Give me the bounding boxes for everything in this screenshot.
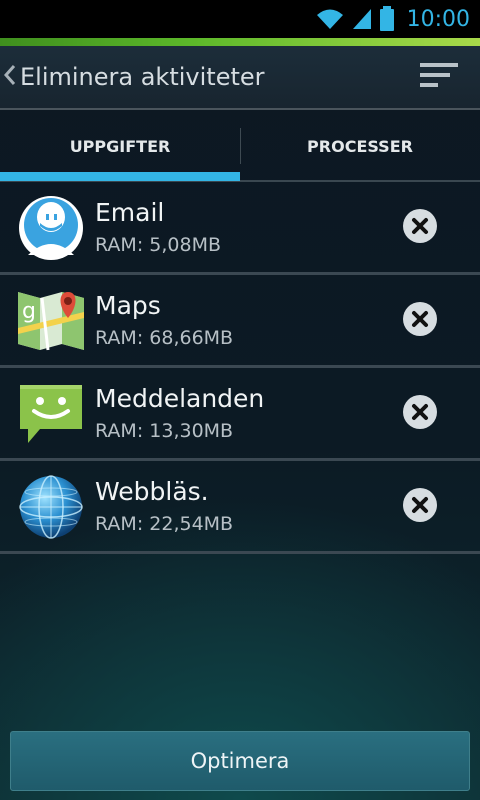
app-name: Maps	[95, 291, 161, 320]
status-bar: 10:00	[0, 0, 480, 38]
wifi-icon	[316, 9, 343, 29]
close-task-button[interactable]	[403, 395, 437, 429]
browser-app-icon	[19, 475, 83, 539]
page-title: Eliminera aktiviteter	[20, 63, 265, 91]
email-app-icon	[19, 196, 83, 260]
tab-divider	[240, 128, 241, 164]
app-ram: RAM: 13,30MB	[95, 420, 234, 442]
optimize-button[interactable]: Optimera	[10, 731, 470, 791]
close-task-button[interactable]	[403, 488, 437, 522]
app-name: Webbläs.	[95, 477, 209, 506]
tab-processer[interactable]: PROCESSER	[240, 110, 480, 182]
task-list: Email RAM: 5,08MB g Maps RAM: 68,66MB Me…	[0, 182, 480, 554]
close-icon	[412, 311, 428, 327]
signal-icon	[352, 9, 371, 29]
list-item[interactable]: Meddelanden RAM: 13,30MB	[0, 368, 480, 461]
svg-text:g: g	[22, 299, 36, 324]
app-ram: RAM: 68,66MB	[95, 327, 234, 349]
app-ram: RAM: 5,08MB	[95, 234, 221, 256]
screen: 10:00 Eliminera aktiviteter UPPGIFTER PR…	[0, 0, 480, 800]
messaging-app-icon	[20, 385, 82, 443]
close-task-button[interactable]	[403, 302, 437, 336]
tab-label: PROCESSER	[307, 136, 413, 156]
tab-selected-indicator	[0, 172, 240, 181]
list-item[interactable]: Email RAM: 5,08MB	[0, 182, 480, 275]
action-bar: Eliminera aktiviteter	[0, 46, 480, 110]
app-name: Meddelanden	[95, 384, 265, 413]
sort-menu-icon	[420, 63, 458, 87]
tab-label: UPPGIFTER	[69, 136, 171, 156]
close-icon	[412, 497, 428, 513]
close-icon	[412, 218, 428, 234]
list-item[interactable]: Webbläs. RAM: 22,54MB	[0, 461, 480, 554]
app-ram: RAM: 22,54MB	[95, 513, 234, 535]
sort-menu-button[interactable]	[420, 61, 460, 91]
optimize-button-label: Optimera	[190, 749, 290, 773]
maps-app-icon: g	[18, 292, 84, 351]
clock: 10:00	[406, 6, 470, 32]
list-item[interactable]: g Maps RAM: 68,66MB	[0, 275, 480, 368]
status-icons: 10:00	[315, 0, 470, 38]
battery-icon	[379, 6, 394, 31]
app-name: Email	[95, 198, 165, 227]
close-icon	[412, 404, 428, 420]
close-task-button[interactable]	[403, 209, 437, 243]
back-button[interactable]: Eliminera aktiviteter	[3, 46, 265, 108]
chevron-left-icon	[3, 64, 16, 91]
accent-bar	[0, 38, 480, 46]
